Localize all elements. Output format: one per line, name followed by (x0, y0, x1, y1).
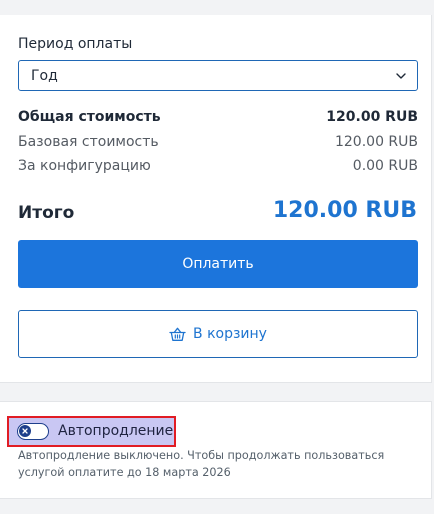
payment-card: Период оплаты Год Общая стоимость 120.00… (0, 15, 432, 383)
period-select[interactable]: Год (18, 60, 418, 91)
pay-button[interactable]: Оплатить (18, 240, 418, 288)
add-to-cart-button[interactable]: В корзину (18, 310, 418, 358)
autorenew-toggle-row[interactable]: Автопродление (7, 416, 176, 447)
config-cost-row: За конфигурацию 0.00 RUB (18, 158, 418, 178)
top-gap (0, 0, 434, 15)
autorenew-card: Автопродление Автопродление выключено. Ч… (0, 401, 432, 499)
total-cost-value: 120.00 RUB (326, 109, 418, 125)
total-cost-row: Общая стоимость 120.00 RUB (18, 109, 418, 129)
grand-total-label: Итого (18, 203, 75, 223)
add-to-cart-label: В корзину (193, 326, 267, 342)
autorenew-note-line-2: услугой оплатите до 18 марта 2026 (18, 466, 231, 479)
period-label: Период оплаты (18, 36, 133, 52)
chevron-down-icon (396, 73, 406, 79)
total-cost-label: Общая стоимость (18, 109, 161, 125)
base-cost-value: 120.00 RUB (334, 134, 418, 150)
grand-total-value: 120.00 RUB (272, 198, 417, 223)
autorenew-switch[interactable] (17, 423, 49, 440)
config-cost-label: За конфигурацию (18, 158, 151, 174)
base-cost-row: Базовая стоимость 120.00 RUB (18, 134, 418, 154)
base-cost-label: Базовая стоимость (18, 134, 159, 150)
autorenew-note: Автопродление выключено. Чтобы продолжат… (18, 447, 414, 481)
basket-icon (169, 327, 186, 341)
autorenew-note-line-1: Автопродление выключено. Чтобы продолжат… (18, 449, 385, 462)
toggle-knob (19, 425, 31, 437)
config-cost-value: 0.00 RUB (352, 158, 418, 174)
period-select-value: Год (31, 68, 58, 84)
toggle-off-icon (22, 428, 28, 434)
autorenew-label: Автопродление (58, 423, 174, 439)
